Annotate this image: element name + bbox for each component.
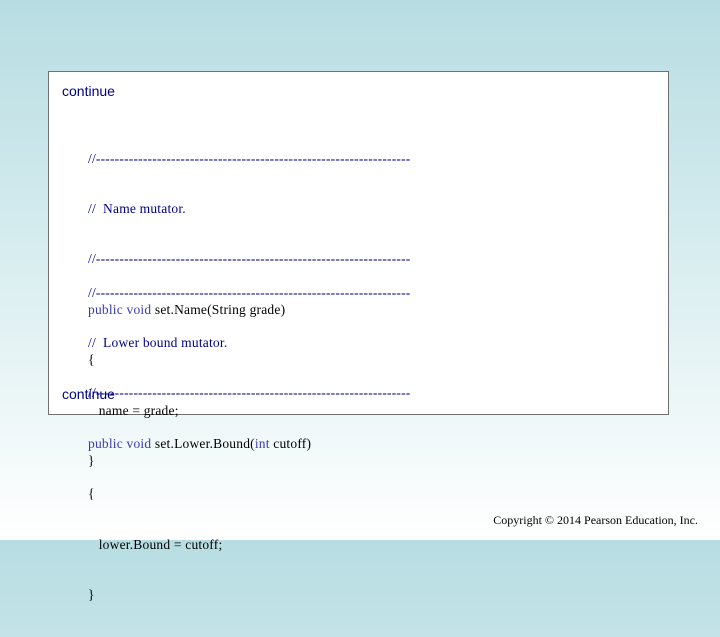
comment-rule-top: //--------------------------------------…: [88, 284, 411, 300]
comment-lower-bound-mutator: // Lower bound mutator.: [88, 334, 228, 350]
comment-rule-top: //--------------------------------------…: [88, 150, 411, 166]
method-signature-setlowerbound: public void set.Lower.Bound(int cutoff): [88, 436, 411, 453]
signature-param: cutoff): [269, 435, 312, 451]
open-brace: {: [88, 486, 95, 502]
keyword-public-void: public void: [88, 435, 155, 451]
continue-label-top: continue: [62, 83, 115, 99]
signature-method-name: set.Lower.Bound(: [154, 435, 255, 451]
close-brace: }: [88, 586, 95, 602]
code-block-lower-bound-mutator: //--------------------------------------…: [88, 251, 411, 637]
comment-rule-bottom: //--------------------------------------…: [88, 385, 411, 401]
copyright-footer: Copyright © 2014 Pearson Education, Inc.: [493, 513, 698, 527]
code-panel: continue //-----------------------------…: [48, 71, 669, 602]
comment-name-mutator: // Name mutator.: [88, 200, 186, 216]
method-body-line: lower.Bound = cutoff;: [88, 536, 223, 552]
keyword-int: int: [254, 435, 270, 451]
continue-label-bottom: continue: [62, 386, 115, 402]
